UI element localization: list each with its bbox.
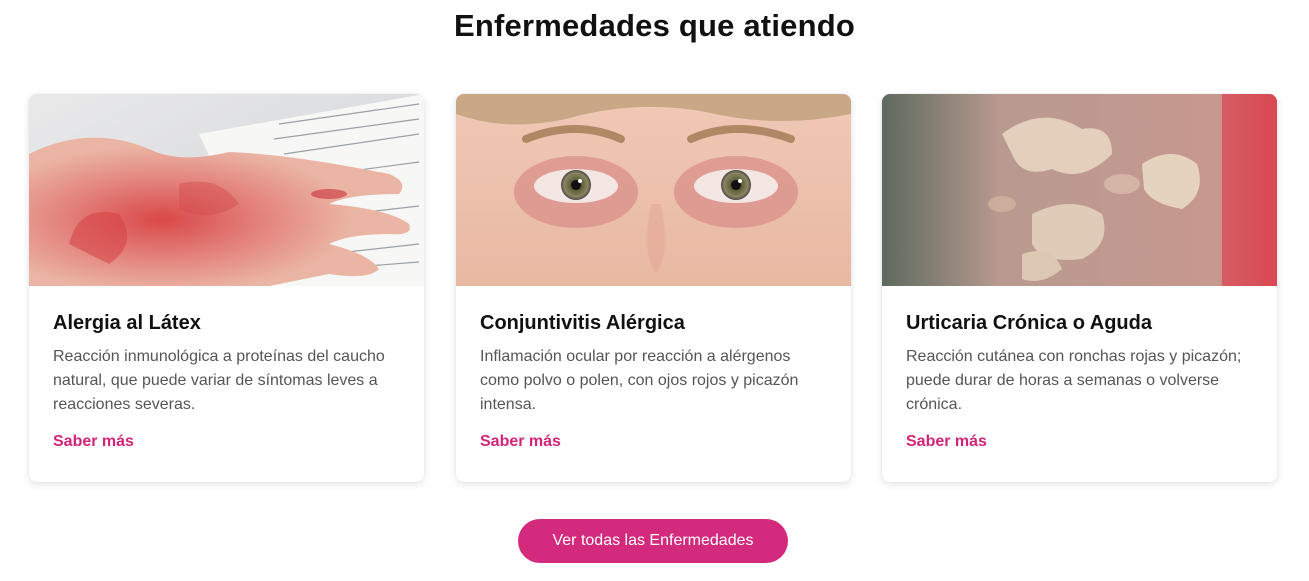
view-all-diseases-button[interactable]: Ver todas las Enfermedades xyxy=(518,519,788,563)
saber-mas-link[interactable]: Saber más xyxy=(53,433,134,451)
card-title: Alergia al Látex xyxy=(53,312,201,334)
card-title: Conjuntivitis Alérgica xyxy=(480,312,685,334)
card-description: Reacción inmunológica a proteínas del ca… xyxy=(53,348,385,413)
hand-rash-photo xyxy=(29,94,424,286)
saber-mas-link[interactable]: Saber más xyxy=(906,433,987,451)
disease-cards: Alergia al Látex Reacción inmunológica a… xyxy=(29,94,1279,484)
card-title: Urticaria Crónica o Aguda xyxy=(906,312,1152,334)
card-urticaria: Urticaria Crónica o Aguda Reacción cután… xyxy=(882,94,1277,482)
hives-skin-photo xyxy=(882,94,1277,286)
card-description: Inflamación ocular por reacción a alérge… xyxy=(480,348,799,413)
saber-mas-link[interactable]: Saber más xyxy=(480,433,561,451)
red-eyes-photo xyxy=(456,94,851,286)
section-title: Enfermedades que atiendo xyxy=(453,8,855,43)
card-allergic-conjunctivitis: Conjuntivitis Alérgica Inflamación ocula… xyxy=(456,94,851,482)
card-description: Reacción cutánea con ronchas rojas y pic… xyxy=(906,348,1242,413)
card-latex-allergy: Alergia al Látex Reacción inmunológica a… xyxy=(29,94,424,482)
